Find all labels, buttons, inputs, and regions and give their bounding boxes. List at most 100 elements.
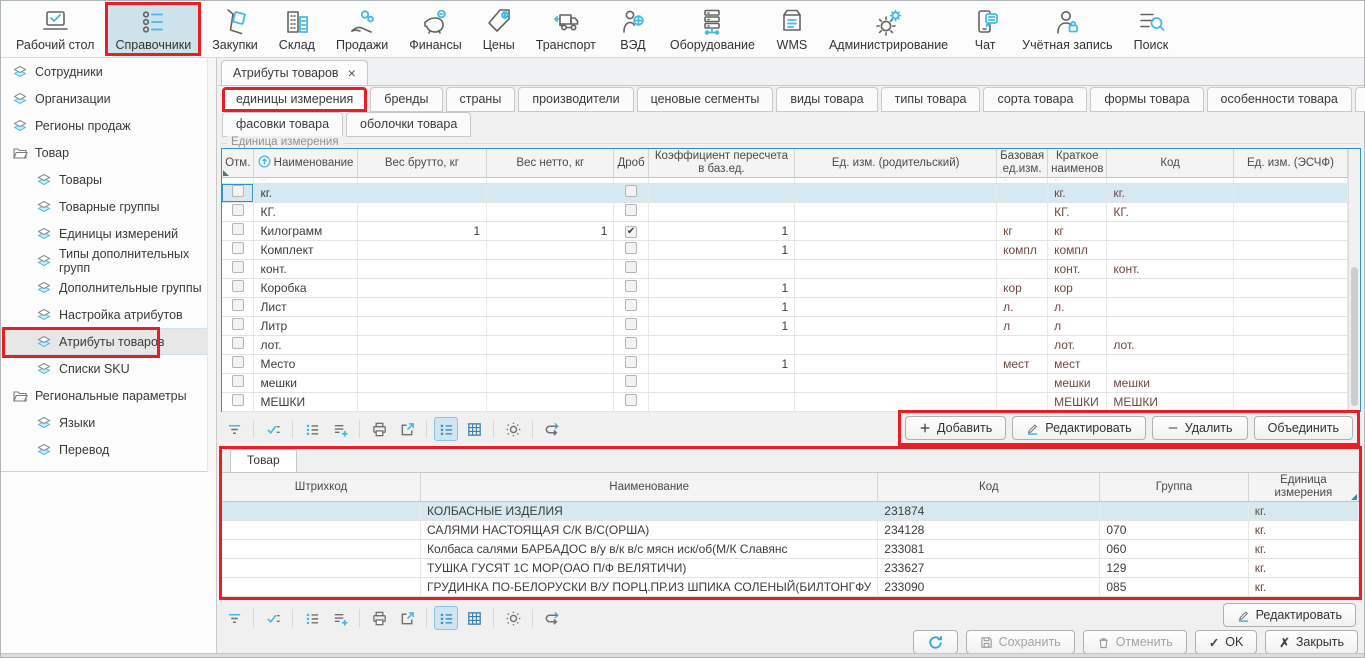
frac-checkbox[interactable] — [625, 299, 637, 311]
table-row[interactable]: САЛЯМИ НАСТОЯЩАЯ С/К В/С(ОРША)234128070к… — [222, 520, 1359, 539]
toolbar-item-account[interactable]: Учётная запись — [1012, 2, 1122, 56]
print-button[interactable] — [367, 606, 391, 630]
column-header[interactable]: Код — [878, 473, 1100, 501]
toolbar-item-wms[interactable]: WMS — [766, 2, 818, 56]
cancel-button[interactable]: Отменить — [1083, 630, 1187, 654]
row-checkbox[interactable] — [232, 318, 244, 330]
toolbar-item-desktop[interactable]: Рабочий стол — [6, 2, 104, 56]
frac-checkbox[interactable] — [625, 375, 637, 387]
settings-button[interactable] — [501, 417, 525, 441]
column-header[interactable]: Коэффициент пересчета в баз.ед. — [648, 149, 795, 177]
frac-checkbox[interactable] — [625, 280, 637, 292]
sidebar-item-1[interactable]: Организации — [1, 85, 216, 112]
table-row[interactable]: Лист1л.л. — [222, 297, 1348, 316]
print-button[interactable] — [367, 417, 391, 441]
close-icon[interactable]: × — [348, 67, 356, 79]
row-checkbox[interactable] — [232, 204, 244, 216]
list-add-button[interactable] — [328, 417, 352, 441]
export-button[interactable] — [395, 417, 419, 441]
toolbar-item-search[interactable]: Поиск — [1124, 2, 1179, 56]
tab-attributy-tovarov[interactable]: Атрибуты товаров × — [221, 60, 368, 85]
column-header[interactable]: Дроб — [614, 149, 648, 177]
refresh-loop-button[interactable] — [540, 417, 564, 441]
subtab-r1-3[interactable]: производители — [518, 87, 633, 112]
grid-view-button[interactable] — [462, 606, 486, 630]
column-header[interactable]: Вес брутто, кг — [357, 149, 487, 177]
export-button[interactable] — [395, 606, 419, 630]
subtab-r1-1[interactable]: бренды — [370, 87, 442, 112]
table-row[interactable]: Комплект1комплкомпл — [222, 240, 1348, 259]
column-header[interactable]: Ед. изм. (ЭСЧФ) — [1233, 149, 1347, 177]
column-header[interactable]: Единица измерения — [1248, 473, 1358, 501]
column-header[interactable]: Код — [1107, 149, 1233, 177]
frac-checkbox[interactable] — [625, 394, 637, 406]
vertical-scrollbar[interactable] — [1348, 149, 1360, 411]
table-row[interactable]: ГРУДИНКА ПО-БЕЛОРУСКИ В/У ПОРЦ.ПР.ИЗ ШПИ… — [222, 577, 1359, 596]
toolbar-item-equipment[interactable]: Оборудование — [660, 2, 765, 56]
filter-button[interactable] — [222, 417, 246, 441]
column-header[interactable]: Краткое наименов — [1048, 149, 1107, 177]
column-header[interactable]: Базовая ед.изм. — [997, 149, 1048, 177]
sidebar-item-15[interactable]: Словари — [1, 463, 216, 472]
table-row[interactable]: КОЛБАСНЫЕ ИЗДЕЛИЯ231874кг. — [222, 501, 1359, 520]
sidebar-item-10[interactable]: Атрибуты товаров — [1, 328, 216, 355]
add-button[interactable]: Добавить — [905, 416, 1006, 440]
sidebar-item-12[interactable]: Региональные параметры — [1, 382, 216, 409]
scrollbar-thumb[interactable] — [1351, 267, 1358, 406]
sidebar-item-8[interactable]: Дополнительные группы — [1, 274, 216, 301]
row-checkbox[interactable] — [232, 299, 244, 311]
frac-checkbox[interactable] — [625, 185, 637, 197]
numbered-list-button[interactable] — [300, 606, 324, 630]
filter-button[interactable] — [222, 606, 246, 630]
sidebar-item-11[interactable]: Списки SKU — [1, 355, 216, 382]
row-checkbox[interactable] — [232, 261, 244, 273]
edit-product-button[interactable]: Редактировать — [1223, 603, 1356, 627]
frac-checkbox[interactable] — [625, 204, 637, 216]
subtab-r1-9[interactable]: особенности товара — [1207, 87, 1352, 112]
subtab-r1-6[interactable]: типы товара — [881, 87, 981, 112]
sidebar-item-14[interactable]: Перевод — [1, 436, 216, 463]
toolbar-item-transport[interactable]: Транспорт — [526, 2, 606, 56]
sidebar-item-2[interactable]: Регионы продаж — [1, 112, 216, 139]
toolbar-item-sales[interactable]: Продажи — [326, 2, 398, 56]
subtab-r1-5[interactable]: виды товара — [776, 87, 877, 112]
numbered-list-button[interactable] — [300, 417, 324, 441]
row-checkbox[interactable] — [232, 223, 244, 235]
sidebar-item-7[interactable]: Типы дополнительных групп — [1, 247, 216, 274]
row-checkbox[interactable] — [232, 375, 244, 387]
frac-checkbox[interactable] — [625, 261, 637, 273]
table-row[interactable]: Место1местмест — [222, 354, 1348, 373]
subtab-r2-0[interactable]: фасовки товара — [222, 112, 343, 137]
column-header[interactable]: Отм. — [222, 149, 254, 177]
sidebar-item-0[interactable]: Сотрудники — [1, 58, 216, 85]
table-row[interactable]: лот.лот.лот. — [222, 335, 1348, 354]
settings-button[interactable] — [501, 606, 525, 630]
ok-button[interactable]: ✓ OK — [1195, 630, 1258, 654]
toolbar-item-purchases[interactable]: Закупки — [202, 2, 268, 56]
toolbar-item-administration[interactable]: Администрирование — [819, 2, 958, 56]
column-header[interactable]: Вес нетто, кг — [487, 149, 614, 177]
save-button[interactable]: Сохранить — [966, 630, 1075, 654]
frac-checkbox[interactable] — [625, 356, 637, 368]
column-header[interactable]: Группа — [1100, 473, 1248, 501]
frac-checkbox[interactable] — [625, 318, 637, 330]
row-checkbox[interactable] — [232, 185, 244, 197]
subtab-r1-10[interactable]: упаковки товара — [1355, 87, 1365, 112]
subtab-r1-2[interactable]: страны — [446, 87, 516, 112]
sidebar-item-3[interactable]: Товар — [1, 139, 216, 166]
table-row[interactable]: Литр1лл — [222, 316, 1348, 335]
column-header[interactable]: Наименование — [420, 473, 877, 501]
subtab-r1-4[interactable]: ценовые сегменты — [637, 87, 774, 112]
row-checkbox[interactable] — [232, 337, 244, 349]
tab-tovar[interactable]: Товар — [230, 449, 297, 472]
toolbar-item-prices[interactable]: Цены — [473, 2, 525, 56]
toolbar-item-directories[interactable]: Справочники — [105, 2, 201, 56]
merge-button[interactable]: Объединить — [1254, 416, 1353, 440]
refresh-loop-button[interactable] — [540, 606, 564, 630]
checklist-button[interactable] — [261, 606, 285, 630]
frac-checkbox[interactable] — [625, 242, 637, 254]
subtab-r1-8[interactable]: формы товара — [1090, 87, 1203, 112]
table-row[interactable]: МЕШКИМЕШКИМЕШКИ — [222, 392, 1348, 411]
table-row[interactable]: мешкимешкимешки — [222, 373, 1348, 392]
sidebar-item-6[interactable]: Единицы измерений — [1, 220, 216, 247]
